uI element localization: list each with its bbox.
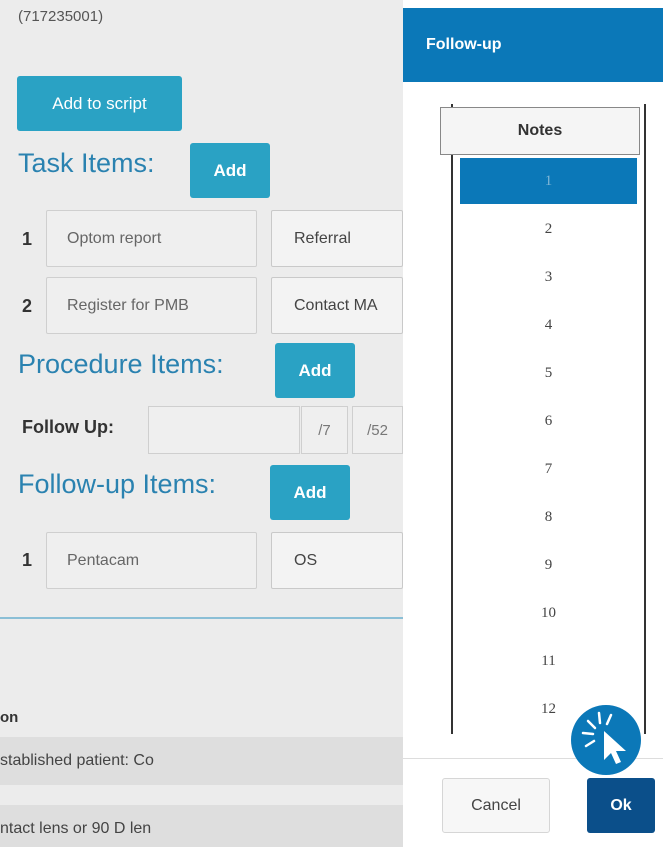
task-row-number: 1 — [22, 229, 33, 249]
followup-items-title: Follow-up Items: — [18, 469, 217, 499]
dialog-title: Follow-up — [403, 8, 663, 82]
list-item[interactable]: 3 — [460, 254, 637, 300]
table-cell: stablished patient: Co — [0, 752, 154, 769]
list-item[interactable]: 9 — [460, 542, 637, 588]
list-item[interactable]: 8 — [460, 494, 637, 540]
follow-up-unit-week[interactable]: /7 — [301, 406, 348, 454]
procedure-add-button[interactable]: Add — [275, 343, 355, 398]
list-item[interactable]: 11 — [460, 638, 637, 684]
list-item[interactable]: 7 — [460, 446, 637, 492]
code-text: (717235001) — [18, 8, 104, 25]
task-row-select[interactable]: Referral — [271, 210, 403, 267]
task-row-select[interactable]: Contact MA — [271, 277, 403, 334]
procedure-items-title: Procedure Items: — [18, 349, 224, 379]
follow-up-label: Follow Up: — [22, 417, 114, 437]
followup-row-number: 1 — [22, 550, 33, 570]
list-item[interactable]: 5 — [460, 350, 637, 396]
list-item[interactable]: 6 — [460, 398, 637, 444]
list-item[interactable]: 10 — [460, 590, 637, 636]
followup-row-select[interactable]: OS — [271, 532, 403, 589]
followup-add-button[interactable]: Add — [270, 465, 350, 520]
task-row-field[interactable]: Register for PMB — [46, 277, 257, 334]
ok-button[interactable]: Ok — [587, 778, 655, 833]
add-to-script-button[interactable]: Add to script — [17, 76, 182, 131]
list-item[interactable]: 1 — [460, 158, 637, 204]
task-add-button[interactable]: Add — [190, 143, 270, 198]
table-column-header: on — [0, 709, 19, 726]
list-item[interactable]: 2 — [460, 206, 637, 252]
table-row[interactable]: ntact lens or 90 D len — [0, 805, 403, 847]
task-row-number: 2 — [22, 296, 33, 316]
table-row[interactable]: stablished patient: Co — [0, 737, 403, 785]
section-divider — [0, 617, 403, 619]
task-items-title: Task Items: — [18, 148, 155, 178]
table-cell: ntact lens or 90 D len — [0, 820, 152, 837]
notes-list-header: Notes — [440, 107, 640, 155]
followup-row-field[interactable]: Pentacam — [46, 532, 257, 589]
follow-up-input[interactable] — [148, 406, 300, 454]
follow-up-unit-year[interactable]: /52 — [352, 406, 403, 454]
cursor-click-icon — [571, 705, 641, 775]
cancel-button[interactable]: Cancel — [442, 778, 550, 833]
task-row-field[interactable]: Optom report — [46, 210, 257, 267]
list-item[interactable]: 4 — [460, 302, 637, 348]
